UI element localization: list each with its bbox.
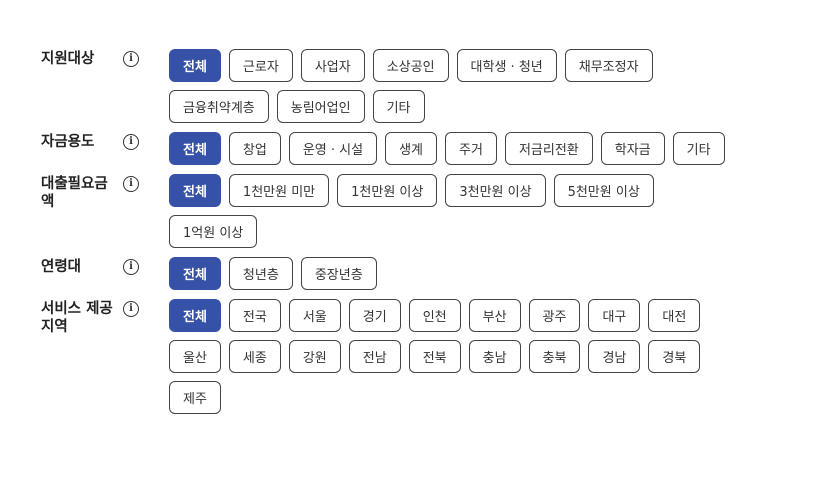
filter-label-group: 대출필요금액 i <box>0 174 169 211</box>
filter-label: 대출필요금액 <box>41 176 108 210</box>
info-icon[interactable]: i <box>123 259 139 275</box>
filter-label-group: 자금용도 i <box>0 132 169 151</box>
chip-option[interactable]: 중장년층 <box>300 257 377 290</box>
chip-option[interactable]: 금융취약계층 <box>169 90 269 123</box>
chip-option[interactable]: 부산 <box>468 299 521 332</box>
chip-option[interactable]: 대전 <box>648 299 701 332</box>
chip-option[interactable]: 5천만원 이상 <box>553 174 654 207</box>
info-icon[interactable]: i <box>123 134 139 150</box>
chip-all[interactable]: 전체 <box>169 257 221 290</box>
chip-option[interactable]: 1억원 이상 <box>169 215 258 248</box>
chip-option[interactable]: 주거 <box>445 132 497 165</box>
chip-option[interactable]: 농림어업인 <box>276 90 365 123</box>
chip-all[interactable]: 전체 <box>169 132 221 165</box>
chip-group: 전체 청년층 중장년층 <box>169 257 729 290</box>
filter-panel: 지원대상 i 전체 근로자 사업자 소상공인 대학생 · 청년 채무조정자 금융… <box>0 0 814 414</box>
chip-option[interactable]: 제주 <box>169 381 221 414</box>
chip-group: 전체 창업 운영 · 시설 생계 주거 저금리전환 학자금 기타 <box>169 132 729 165</box>
info-icon[interactable]: i <box>123 51 139 67</box>
filter-label: 자금용도 <box>41 134 95 150</box>
chip-option[interactable]: 학자금 <box>600 132 665 165</box>
filter-label: 서비스 제공지역 <box>41 301 113 335</box>
chip-option[interactable]: 경기 <box>348 299 401 332</box>
chip-option[interactable]: 세종 <box>228 340 281 373</box>
chip-option[interactable]: 대구 <box>588 299 641 332</box>
filter-label-group: 서비스 제공지역 i <box>0 299 169 336</box>
info-icon[interactable]: i <box>123 301 139 317</box>
chip-option[interactable]: 사업자 <box>300 49 365 82</box>
filter-row-fund-purpose: 자금용도 i 전체 창업 운영 · 시설 생계 주거 저금리전환 학자금 기타 <box>0 132 814 165</box>
chip-all[interactable]: 전체 <box>169 174 221 207</box>
chip-option[interactable]: 생계 <box>385 132 438 165</box>
chip-option[interactable]: 울산 <box>169 340 221 373</box>
filter-row-age-group: 연령대 i 전체 청년층 중장년층 <box>0 257 814 290</box>
chip-option[interactable]: 충북 <box>528 340 581 373</box>
chip-all[interactable]: 전체 <box>169 49 221 82</box>
chip-option[interactable]: 전남 <box>348 340 401 373</box>
chip-option[interactable]: 1천만원 미만 <box>228 174 330 207</box>
chip-option[interactable]: 서울 <box>288 299 341 332</box>
chip-group: 전체 근로자 사업자 소상공인 대학생 · 청년 채무조정자 금융취약계층 농림… <box>169 49 729 123</box>
chip-all[interactable]: 전체 <box>169 299 221 332</box>
chip-option[interactable]: 기타 <box>672 132 725 165</box>
chip-option[interactable]: 청년층 <box>228 257 293 290</box>
filter-label-group: 연령대 i <box>0 257 169 276</box>
filter-label: 지원대상 <box>41 51 95 67</box>
chip-option[interactable]: 저금리전환 <box>504 132 593 165</box>
chip-group: 전체 1천만원 미만 1천만원 이상 3천만원 이상 5천만원 이상 1억원 이… <box>169 174 729 248</box>
filter-label-group: 지원대상 i <box>0 49 169 68</box>
chip-option[interactable]: 근로자 <box>228 49 293 82</box>
chip-option[interactable]: 전북 <box>408 340 461 373</box>
chip-option[interactable]: 대학생 · 청년 <box>456 49 557 82</box>
filter-label: 연령대 <box>41 259 82 275</box>
chip-group: 전체 전국 서울 경기 인천 부산 광주 대구 대전 울산 세종 강원 전남 전… <box>169 299 729 414</box>
chip-option[interactable]: 채무조정자 <box>564 49 653 82</box>
chip-option[interactable]: 운영 · 시설 <box>288 132 378 165</box>
chip-option[interactable]: 1천만원 이상 <box>337 174 438 207</box>
chip-option[interactable]: 기타 <box>372 90 425 123</box>
chip-option[interactable]: 경남 <box>588 340 641 373</box>
chip-option[interactable]: 3천만원 이상 <box>445 174 546 207</box>
chip-option[interactable]: 전국 <box>228 299 281 332</box>
chip-option[interactable]: 경북 <box>648 340 701 373</box>
chip-option[interactable]: 광주 <box>528 299 581 332</box>
chip-option[interactable]: 충남 <box>468 340 521 373</box>
filter-row-service-region: 서비스 제공지역 i 전체 전국 서울 경기 인천 부산 광주 대구 대전 울산… <box>0 299 814 414</box>
filter-row-support-target: 지원대상 i 전체 근로자 사업자 소상공인 대학생 · 청년 채무조정자 금융… <box>0 49 814 123</box>
chip-option[interactable]: 창업 <box>228 132 281 165</box>
chip-option[interactable]: 소상공인 <box>372 49 449 82</box>
chip-option[interactable]: 강원 <box>288 340 341 373</box>
info-icon[interactable]: i <box>123 176 139 192</box>
filter-row-loan-amount: 대출필요금액 i 전체 1천만원 미만 1천만원 이상 3천만원 이상 5천만원… <box>0 174 814 248</box>
chip-option[interactable]: 인천 <box>408 299 461 332</box>
